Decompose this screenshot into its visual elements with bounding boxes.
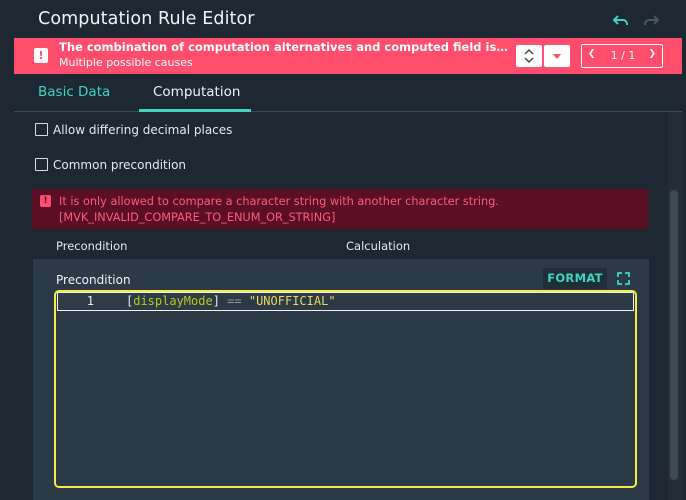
token-operator: ==: [219, 294, 249, 308]
error-line-2: [MVK_INVALID_COMPARE_TO_ENUM_OR_STRING]: [59, 211, 336, 224]
token-bracket: ]: [212, 294, 220, 308]
caret-down-icon: [553, 54, 561, 59]
window-title: Computation Rule Editor: [38, 9, 255, 29]
panel-title: Precondition: [56, 273, 131, 287]
code-line[interactable]: [displayMode] == "UNOFFICIAL": [126, 293, 336, 310]
allow-decimal-label: Allow differing decimal places: [53, 123, 233, 137]
header: Computation Rule Editor: [0, 0, 686, 38]
tab-bar: Basic Data Computation: [14, 74, 682, 112]
chevron-right-icon[interactable]: ❯: [648, 49, 656, 59]
line-number: 1: [58, 293, 120, 310]
banner-pager: ❮ 1 / 1 ❯: [581, 44, 663, 68]
code-editor[interactable]: 1 [displayMode] == "UNOFFICIAL": [54, 290, 637, 488]
tab-basic-data[interactable]: Basic Data: [38, 84, 110, 100]
banner-subtitle: Multiple possible causes: [59, 56, 193, 69]
editor-line: 1 [displayMode] == "UNOFFICIAL": [57, 292, 634, 311]
sort-toggle-button[interactable]: [516, 45, 542, 67]
chevron-left-icon[interactable]: ❮: [588, 49, 596, 59]
alert-icon: !: [40, 195, 51, 207]
error-banner: ! The combination of computation alterna…: [14, 38, 682, 74]
chevron-up-down-icon: [524, 49, 534, 63]
format-button[interactable]: FORMAT: [543, 268, 607, 289]
scrollbar[interactable]: [668, 112, 682, 500]
undo-icon[interactable]: [612, 11, 630, 29]
common-precondition-checkbox[interactable]: [35, 158, 48, 171]
validation-error: ! It is only allowed to compare a charac…: [32, 189, 648, 229]
redo-icon[interactable]: [642, 11, 660, 29]
column-header-precondition: Precondition: [56, 239, 128, 253]
allow-decimal-checkbox[interactable]: [35, 123, 48, 136]
alert-icon: !: [34, 48, 48, 63]
precondition-panel: Precondition FORMAT 1 [displayMode] == "…: [33, 259, 649, 500]
column-header-calculation: Calculation: [346, 239, 411, 253]
common-precondition-label: Common precondition: [53, 158, 187, 172]
dropdown-button[interactable]: [544, 45, 570, 67]
expand-icon[interactable]: [616, 271, 631, 286]
error-line-1: It is only allowed to compare a characte…: [59, 195, 499, 208]
token-string: "UNOFFICIAL": [248, 294, 336, 308]
computation-content: Allow differing decimal places Common pr…: [14, 112, 668, 500]
token-field: displayMode: [133, 294, 213, 308]
scrollbar-thumb[interactable]: [670, 190, 678, 480]
pager-text: 1 / 1: [610, 49, 636, 62]
error-message: It is only allowed to compare a characte…: [59, 194, 499, 226]
banner-title: The combination of computation alternati…: [59, 40, 509, 54]
editor-gutter: [56, 311, 120, 486]
tab-computation[interactable]: Computation: [153, 84, 240, 100]
